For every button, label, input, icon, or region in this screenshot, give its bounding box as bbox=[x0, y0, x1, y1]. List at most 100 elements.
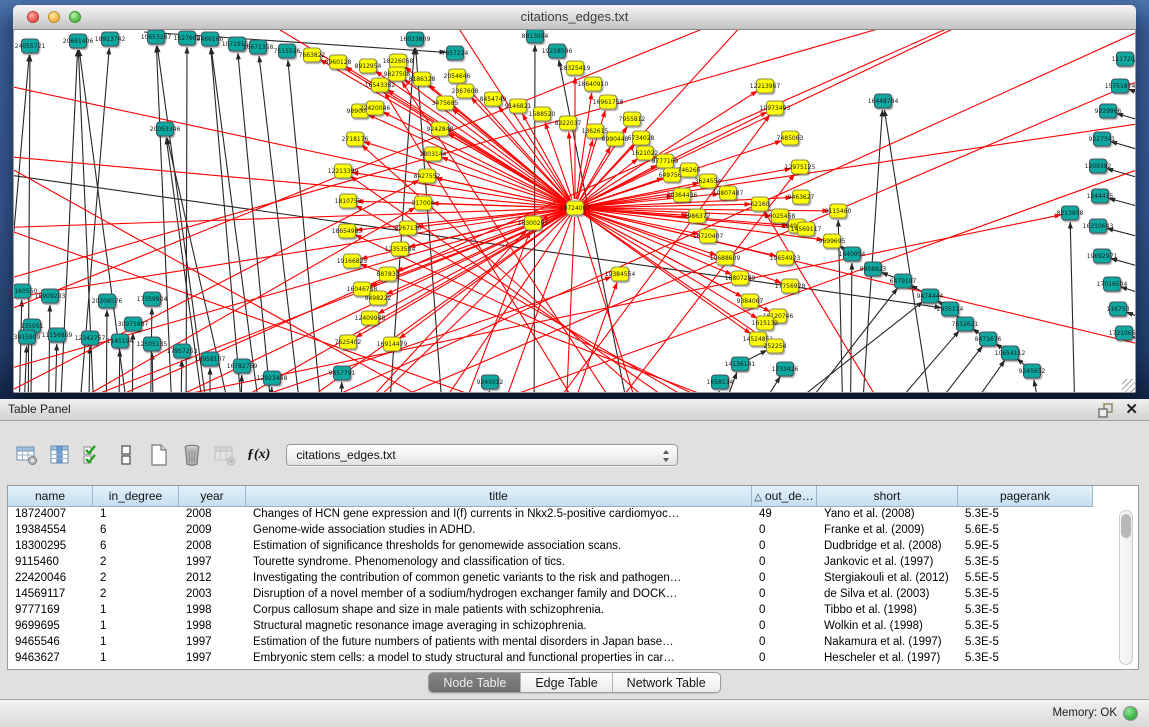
tab-network-table[interactable]: Network Table bbox=[612, 673, 720, 692]
graph-node[interactable]: 8960128 bbox=[325, 55, 352, 69]
graph-node[interactable]: 19166825 bbox=[337, 254, 368, 268]
table-cell[interactable]: 0 bbox=[752, 635, 817, 651]
table-cell[interactable]: Stergiakouli et al. (2012) bbox=[817, 571, 958, 587]
table-cell[interactable]: Disruption of a novel member of a sodium… bbox=[246, 587, 752, 603]
graph-node[interactable]: 7955812 bbox=[619, 112, 646, 126]
delete-table-icon[interactable] bbox=[179, 442, 205, 468]
graph-node[interactable]: 20691406 bbox=[63, 34, 94, 48]
graph-node[interactable]: 9463627 bbox=[788, 190, 815, 204]
table-cell[interactable]: 6 bbox=[93, 523, 179, 539]
table-cell[interactable]: 0 bbox=[752, 603, 817, 619]
graph-node[interactable]: 19384554 bbox=[605, 267, 636, 281]
table-cell[interactable]: 2003 bbox=[179, 587, 246, 603]
tab-node-table[interactable]: Node Table bbox=[429, 673, 520, 692]
network-canvas[interactable]: 1872400718300295193845547663822896012889… bbox=[14, 30, 1135, 392]
column-header[interactable]: name bbox=[8, 486, 93, 507]
table-cell[interactable]: 9115460 bbox=[8, 555, 93, 571]
table-cell[interactable]: 6 bbox=[93, 539, 179, 555]
table-cell[interactable]: 0 bbox=[752, 651, 817, 667]
graph-node[interactable]: 9245012 bbox=[477, 375, 504, 389]
graph-node[interactable]: 6734028 bbox=[628, 131, 655, 145]
graph-node[interactable]: 30975887 bbox=[118, 317, 149, 331]
graph-node[interactable]: 252254 bbox=[764, 339, 787, 353]
table-cell[interactable]: Estimation of the future numbers of pati… bbox=[246, 635, 752, 651]
network-graph[interactable]: 1872400718300295193845547663822896012889… bbox=[14, 30, 1135, 392]
table-cell[interactable]: Tourette syndrome. Phenomenology and cla… bbox=[246, 555, 752, 571]
graph-node[interactable]: 16033809 bbox=[400, 32, 431, 46]
graph-node[interactable]: 20206576 bbox=[92, 294, 123, 308]
graph-node[interactable]: 7857224 bbox=[442, 46, 469, 60]
graph-node[interactable]: 2718176 bbox=[342, 132, 369, 146]
graph-node[interactable]: 8813054 bbox=[522, 30, 549, 43]
table-cell[interactable]: 5.3E-5 bbox=[958, 651, 1093, 667]
table-cell[interactable]: 2012 bbox=[179, 571, 246, 587]
graph-node[interactable]: 7515526 bbox=[274, 44, 301, 58]
graph-node[interactable]: 1588520 bbox=[529, 107, 556, 121]
graph-node[interactable]: 14136141 bbox=[725, 357, 756, 371]
tab-edge-table[interactable]: Edge Table bbox=[520, 673, 611, 692]
table-cell[interactable]: 1 bbox=[93, 651, 179, 667]
table-cell[interactable]: 5.6E-5 bbox=[958, 523, 1093, 539]
table-row[interactable]: 977716911998Corpus callosum shape and si… bbox=[8, 603, 1093, 619]
graph-node[interactable]: 8322037 bbox=[555, 116, 582, 130]
table-cell[interactable]: 18724007 bbox=[8, 507, 93, 523]
graph-node[interactable]: 917004 bbox=[412, 196, 435, 210]
table-cell[interactable]: 9699695 bbox=[8, 619, 93, 635]
table-cell[interactable]: 1998 bbox=[179, 603, 246, 619]
graph-node[interactable]: 116753 bbox=[1107, 302, 1130, 316]
table-vertical-scrollbar[interactable] bbox=[1119, 510, 1133, 665]
column-header[interactable]: short bbox=[817, 486, 958, 507]
graph-node[interactable]: 1640954 bbox=[839, 247, 866, 261]
graph-node[interactable]: 1733426 bbox=[772, 362, 799, 376]
table-cell[interactable]: 2008 bbox=[179, 539, 246, 555]
new-table-icon[interactable] bbox=[146, 442, 172, 468]
graph-node[interactable]: 24055721 bbox=[15, 39, 46, 53]
table-row[interactable]: 946554611997Estimation of the future num… bbox=[8, 635, 1093, 651]
table-cell[interactable]: 1997 bbox=[179, 635, 246, 651]
graph-node[interactable]: 9245652 bbox=[1019, 364, 1046, 378]
table-row[interactable]: 2242004622012Investigating the contribut… bbox=[8, 571, 1093, 587]
table-cell[interactable]: Embryonic stem cells: a model to study s… bbox=[246, 651, 752, 667]
graph-node[interactable]: 2935114 bbox=[937, 302, 964, 316]
graph-node[interactable]: 8454749 bbox=[480, 92, 507, 106]
graph-node[interactable]: 20053346 bbox=[150, 122, 181, 136]
table-cell[interactable]: Tibbo et al. (1998) bbox=[817, 603, 958, 619]
column-header[interactable]: title bbox=[246, 486, 752, 507]
graph-node[interactable]: 11156869 bbox=[42, 328, 73, 342]
graph-node[interactable]: 18909203 bbox=[35, 289, 66, 303]
graph-node[interactable]: 17957253 bbox=[167, 344, 198, 358]
graph-node[interactable]: 12213399 bbox=[328, 164, 359, 178]
table-cell[interactable]: Estimation of significance thresholds fo… bbox=[246, 539, 752, 555]
graph-node[interactable]: 16448784 bbox=[868, 94, 899, 108]
table-cell[interactable]: Wolkin et al. (1998) bbox=[817, 619, 958, 635]
graph-node[interactable]: 1145194 bbox=[107, 334, 134, 348]
table-row[interactable]: 911546021997Tourette syndrome. Phenomeno… bbox=[8, 555, 1093, 571]
column-header[interactable]: in_degree bbox=[93, 486, 179, 507]
graph-node[interactable]: 18913742 bbox=[95, 32, 126, 46]
graph-node[interactable]: 16210643 bbox=[1083, 219, 1114, 233]
window-titlebar[interactable]: citations_edges.txt bbox=[13, 5, 1136, 30]
graph-node[interactable]: 2054646 bbox=[444, 69, 471, 83]
show-columns-icon[interactable] bbox=[47, 442, 73, 468]
table-cell[interactable]: Structural magnetic resonance image aver… bbox=[246, 619, 752, 635]
table-cell[interactable]: 5.5E-5 bbox=[958, 571, 1093, 587]
column-header[interactable]: pagerank bbox=[958, 486, 1093, 507]
graph-node[interactable]: 10654112 bbox=[995, 346, 1026, 360]
table-cell[interactable]: 5.9E-5 bbox=[958, 539, 1093, 555]
graph-node[interactable]: 16961758 bbox=[593, 95, 624, 109]
graph-node[interactable]: 12353584 bbox=[385, 242, 416, 256]
table-row[interactable]: 1872400712008Changes of HCN gene express… bbox=[8, 507, 1093, 523]
table-cell[interactable]: 5.3E-5 bbox=[958, 587, 1093, 603]
close-button[interactable] bbox=[27, 11, 39, 23]
graph-node[interactable]: 16914479 bbox=[377, 337, 408, 351]
graph-node[interactable]: 1244415 bbox=[1087, 189, 1114, 203]
table-cell[interactable]: 5.3E-5 bbox=[958, 555, 1093, 571]
graph-node[interactable]: 1658134 bbox=[707, 375, 734, 389]
table-cell[interactable]: 9463627 bbox=[8, 651, 93, 667]
table-cell[interactable]: 5.3E-5 bbox=[958, 635, 1093, 651]
table-select-dropdown[interactable]: citations_edges.txt bbox=[286, 444, 678, 466]
table-cell[interactable]: 0 bbox=[752, 571, 817, 587]
table-row[interactable]: 946362711997Embryonic stem cells: a mode… bbox=[8, 651, 1093, 667]
table-cell[interactable]: 0 bbox=[752, 587, 817, 603]
graph-node[interactable]: 8912954 bbox=[355, 59, 382, 73]
